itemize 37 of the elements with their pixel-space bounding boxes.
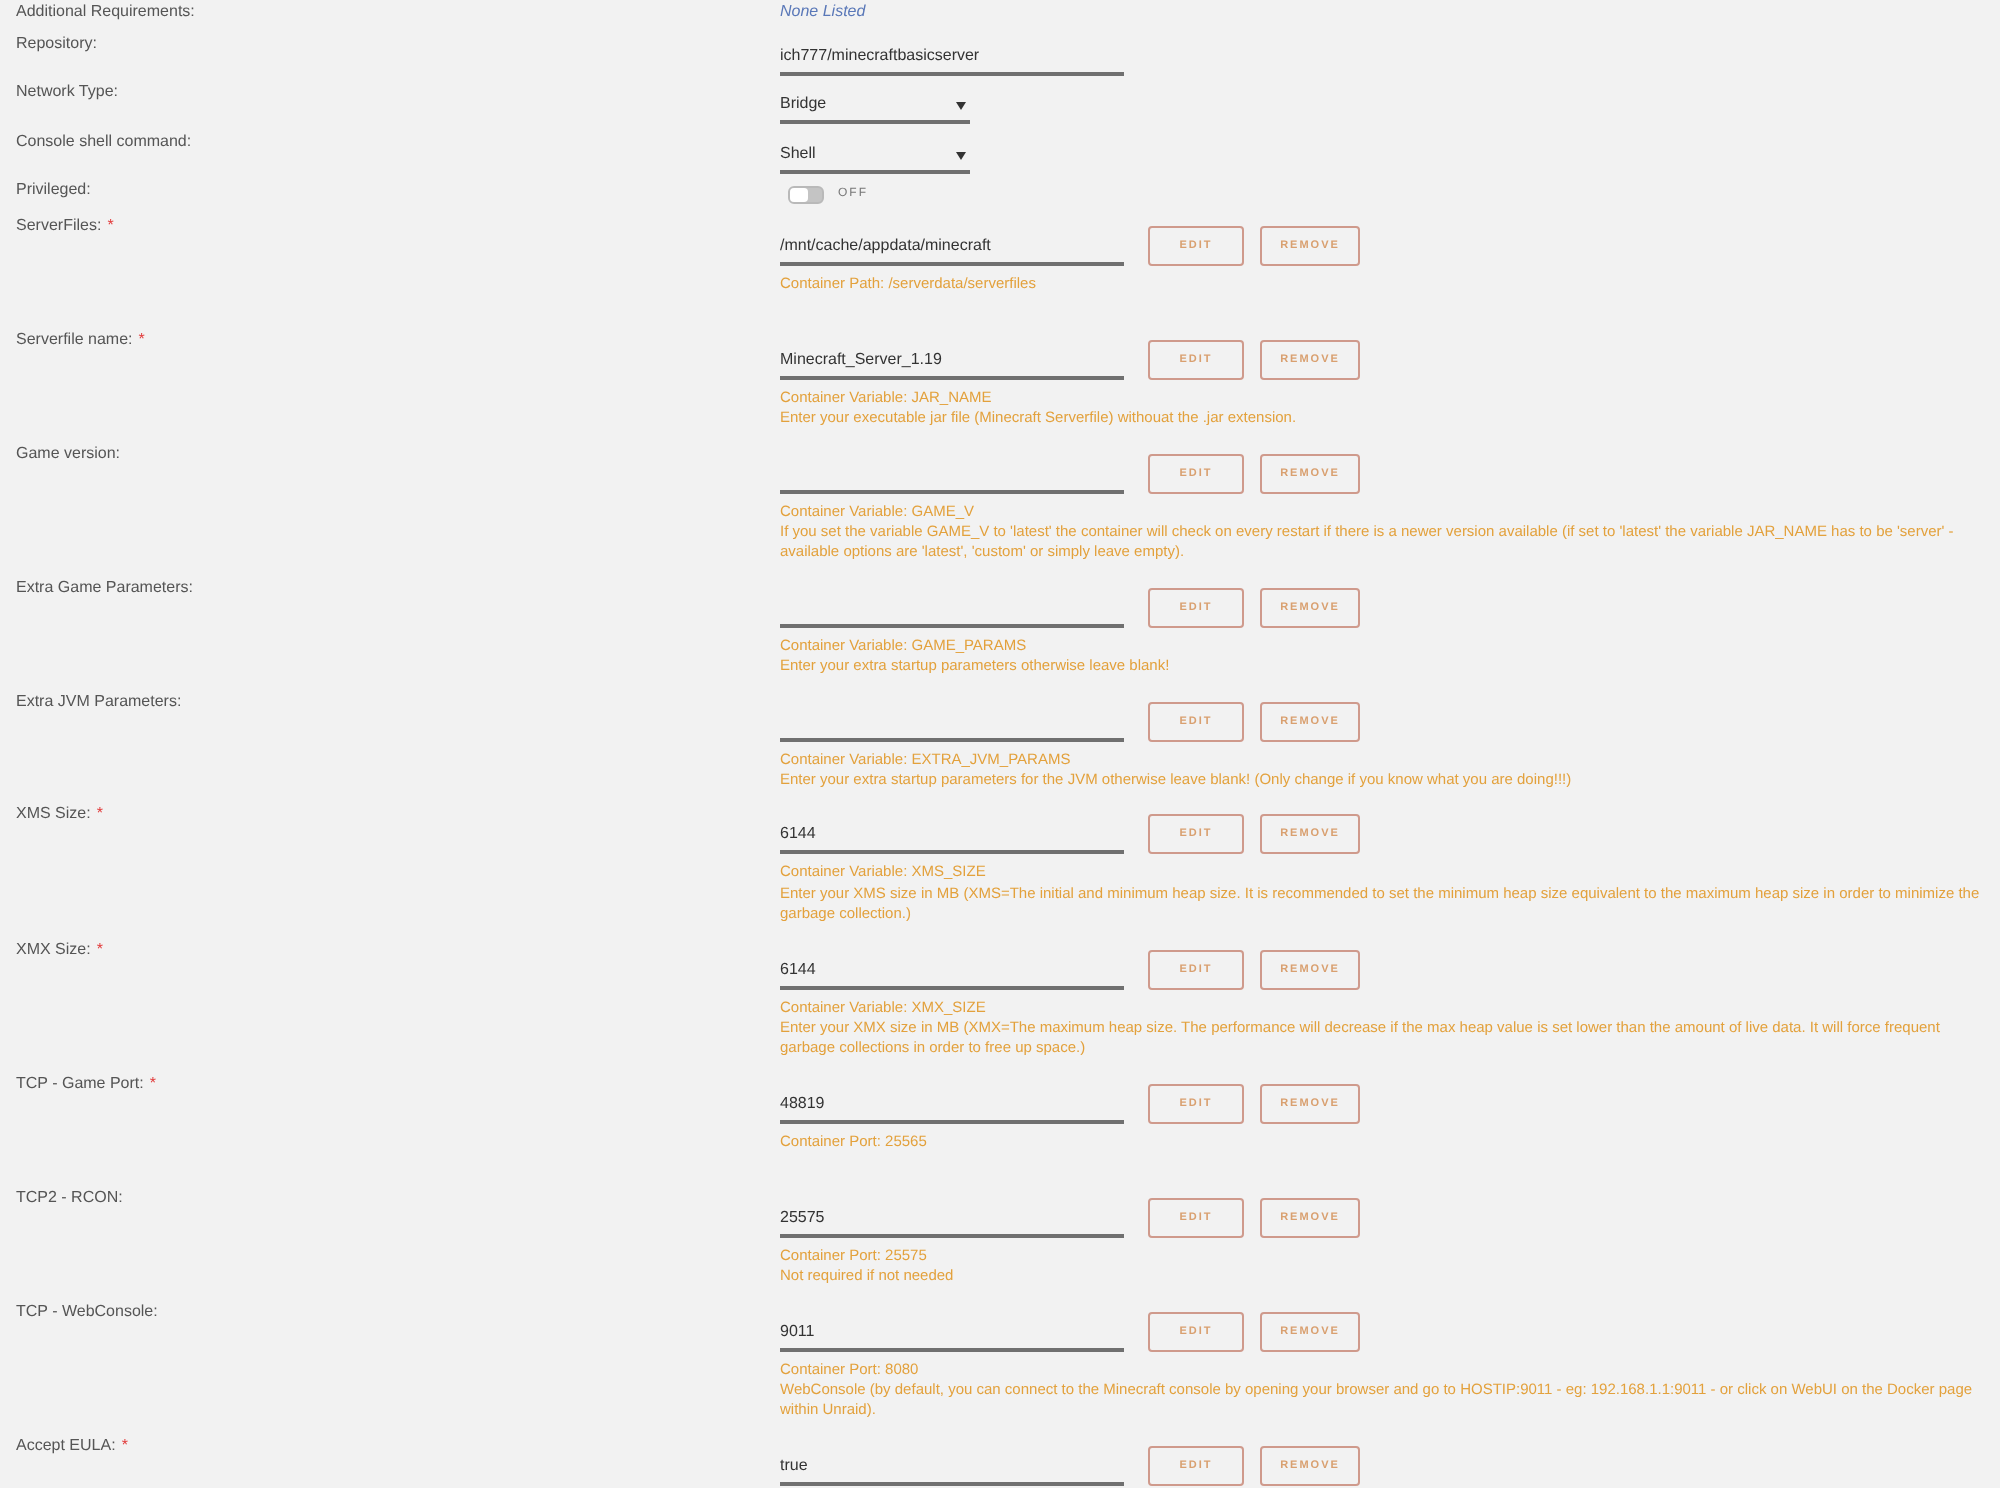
field-label: XMX Size:: [16, 937, 91, 962]
field-label: TCP2 - RCON:: [16, 1185, 123, 1210]
caret-icon: [956, 151, 966, 159]
field-label: XMS Size:: [16, 802, 91, 827]
input-field[interactable]: /mnt/cache/appdata/minecraft: [780, 226, 1124, 266]
toggle-switch[interactable]: [788, 185, 824, 203]
field-label: Extra JVM Parameters:: [16, 689, 182, 714]
field-label: Serverfile name:: [16, 327, 133, 352]
required-mark: *: [96, 802, 103, 827]
field-label: TCP - WebConsole:: [16, 1299, 158, 1323]
input-field[interactable]: 9011: [780, 1311, 1124, 1351]
select-field[interactable]: Bridge: [780, 84, 970, 124]
field-label: Console shell command:: [16, 129, 192, 153]
input-field[interactable]: Minecraft_Server_1.19: [780, 339, 1124, 380]
field-label: ServerFiles:: [16, 214, 102, 238]
required-mark: *: [96, 937, 103, 962]
required-mark: *: [107, 214, 114, 238]
input-field[interactable]: ich777/minecraftbasicserver: [780, 36, 1124, 76]
field-label: Network Type:: [16, 80, 118, 104]
field-label: Accept EULA:: [16, 1433, 116, 1458]
input-field[interactable]: 48819: [780, 1083, 1124, 1124]
input-field[interactable]: 6144: [780, 814, 1124, 855]
field-label: Additional Requirements:: [16, 0, 195, 24]
field-label: Extra Game Parameters:: [16, 575, 193, 600]
caret-icon: [956, 102, 966, 110]
field-label: Game version:: [16, 441, 121, 466]
required-mark: *: [138, 327, 145, 352]
requirements-value: None Listed: [780, 0, 866, 24]
field-label: Privileged:: [16, 178, 91, 202]
input-field[interactable]: true: [780, 1445, 1124, 1486]
input-field[interactable]: 25575: [780, 1197, 1124, 1238]
field-label: TCP - Game Port:: [16, 1071, 144, 1096]
required-mark: *: [121, 1433, 128, 1458]
select-field[interactable]: Shell: [780, 133, 970, 173]
input-field[interactable]: 6144: [780, 949, 1124, 990]
required-mark: *: [149, 1071, 156, 1096]
field-label: Repository:: [16, 32, 97, 56]
